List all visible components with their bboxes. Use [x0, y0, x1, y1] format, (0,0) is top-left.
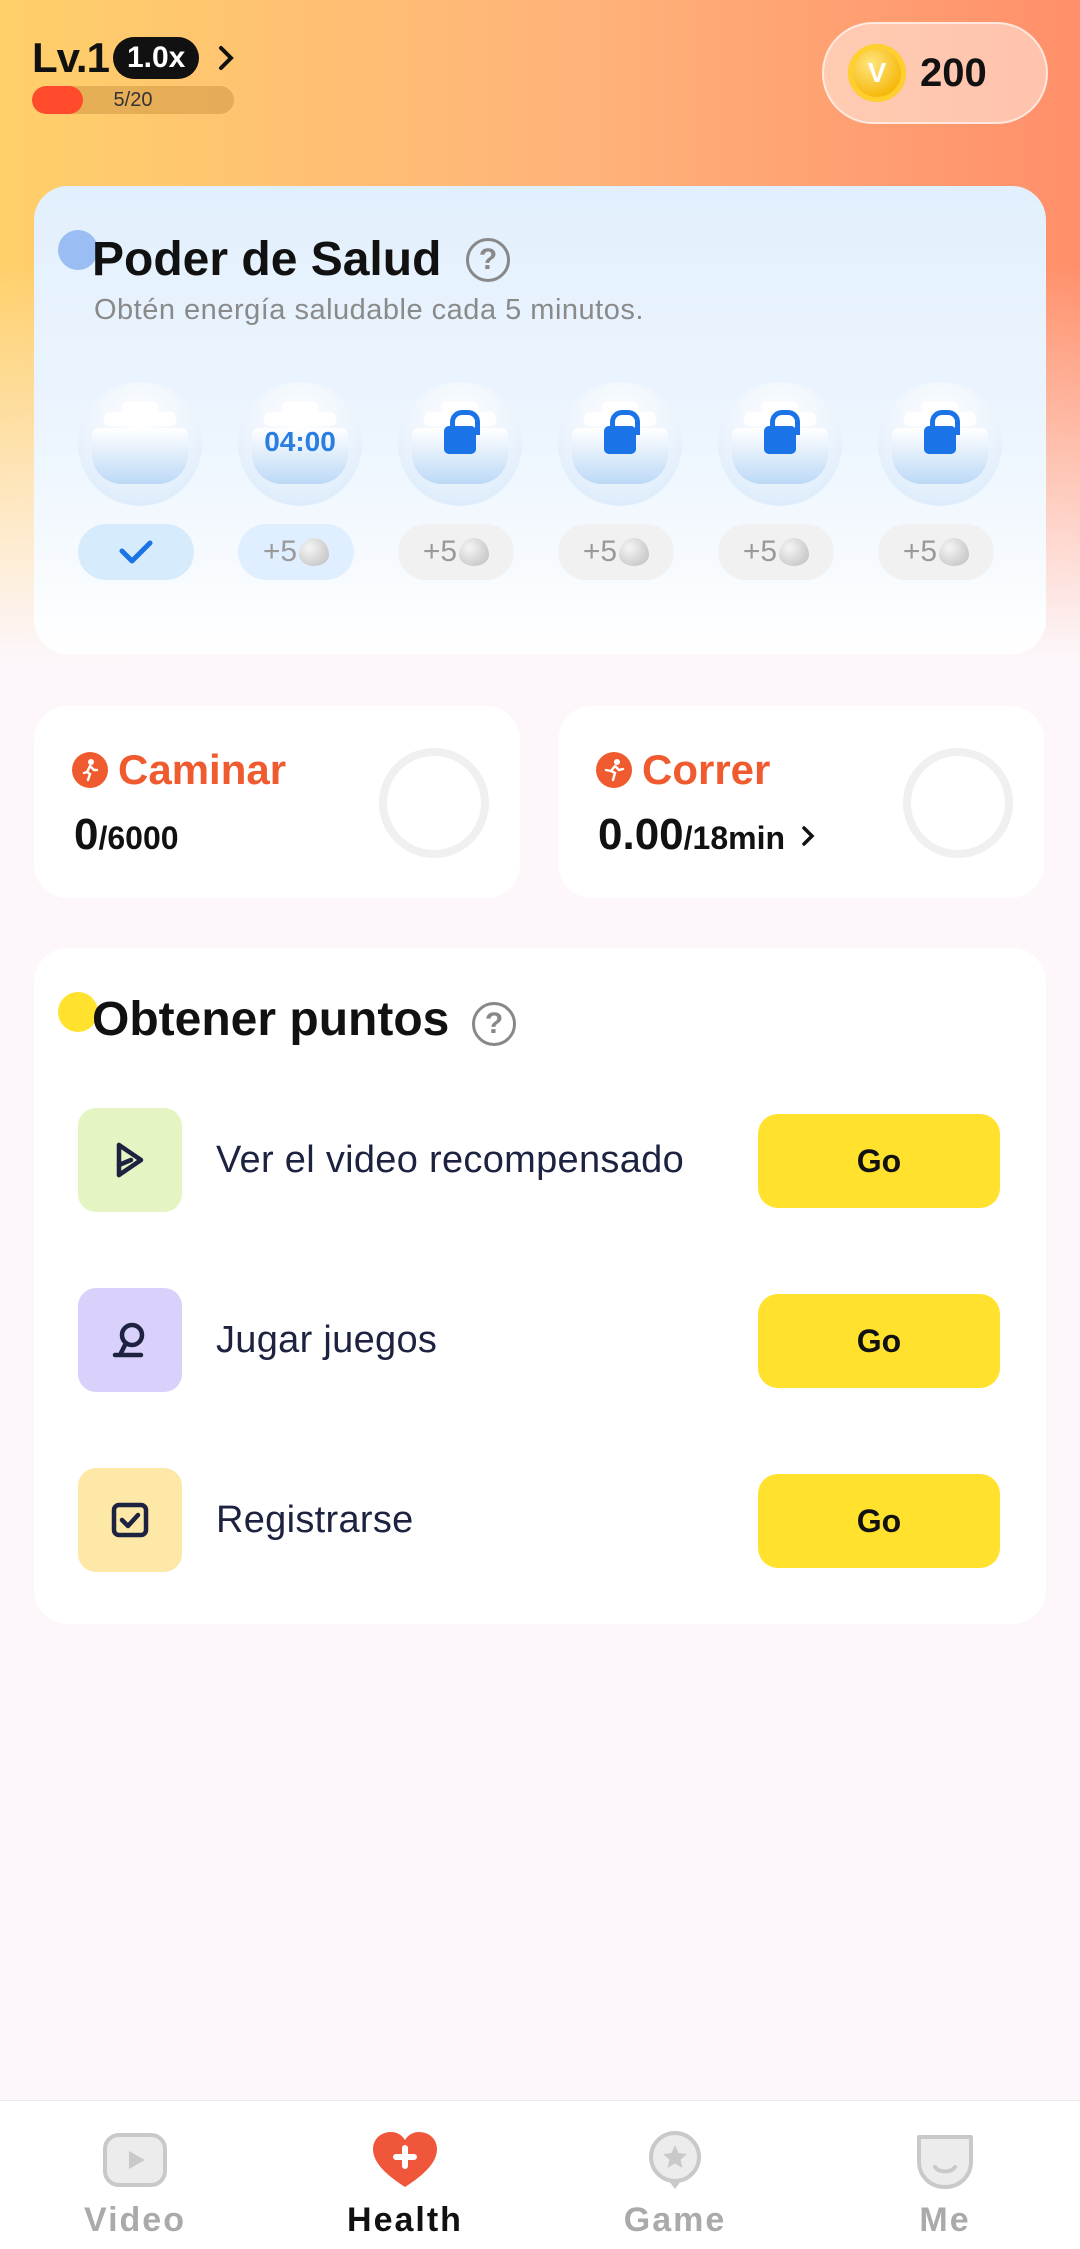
- reward-pill: +5: [558, 524, 674, 580]
- run-target: /18min: [683, 820, 786, 856]
- health-icon: [373, 2132, 437, 2187]
- bottom-nav: Video Health Game Me: [0, 2100, 1080, 2249]
- heart-icon: [299, 538, 330, 566]
- lock-icon: [444, 410, 480, 454]
- walk-progress-ring: [379, 748, 489, 858]
- walk-value-row: 0 /6000: [74, 810, 179, 860]
- health-slot[interactable]: +5: [398, 382, 522, 580]
- run-label: Correr: [642, 746, 771, 793]
- health-power-subtitle: Obtén energía saludable cada 5 minutos.: [94, 294, 644, 326]
- run-icon: [596, 752, 632, 788]
- health-slot[interactable]: 04:00 +5: [238, 382, 362, 580]
- nav-item-health[interactable]: Health: [270, 2101, 540, 2249]
- health-slot[interactable]: +5: [878, 382, 1002, 580]
- slot-timer: 04:00: [264, 426, 336, 457]
- run-progress-ring: [903, 748, 1013, 858]
- task-label: Ver el video recompensado: [216, 1139, 685, 1181]
- reward-text: +5: [902, 535, 938, 568]
- cup-icon: [398, 382, 522, 506]
- nav-label: Health: [347, 2201, 463, 2239]
- health-power-title: Poder de Salud: [92, 233, 442, 286]
- game-task-icon: [78, 1288, 182, 1392]
- nav-item-video[interactable]: Video: [0, 2101, 270, 2249]
- go-button[interactable]: Go: [758, 1474, 1000, 1568]
- task-label: Registrarse: [216, 1499, 414, 1541]
- task-row: Registrarse Go: [78, 1468, 1008, 1572]
- run-title-row: Correr: [596, 746, 770, 794]
- claimed-pill: [78, 524, 194, 580]
- run-card[interactable]: Correr 0.00 /18min: [558, 706, 1044, 898]
- heart-icon: [779, 538, 810, 566]
- checkin-icon: [78, 1468, 182, 1572]
- cup-icon: [718, 382, 842, 506]
- check-icon: [119, 540, 153, 564]
- reward-text: +5: [582, 535, 618, 568]
- cup-icon: 04:00: [238, 382, 362, 506]
- heart-icon: [619, 538, 650, 566]
- reward-text: +5: [422, 535, 458, 568]
- game-icon: [649, 2131, 701, 2189]
- run-value-row: 0.00 /18min: [598, 810, 821, 860]
- cup-icon: [558, 382, 682, 506]
- level-progress-bar: 5/20: [32, 86, 234, 114]
- task-label: Jugar juegos: [216, 1319, 438, 1361]
- go-button[interactable]: Go: [758, 1294, 1000, 1388]
- walk-target: /6000: [98, 820, 179, 856]
- reward-text: +5: [262, 535, 298, 568]
- walk-title-row: Caminar: [72, 746, 286, 794]
- nav-item-me[interactable]: Me: [810, 2101, 1080, 2249]
- me-icon: [917, 2135, 973, 2189]
- heart-icon: [459, 538, 490, 566]
- points-title: Obtener puntos: [92, 993, 450, 1046]
- cup-icon: [878, 382, 1002, 506]
- heart-icon: [939, 538, 970, 566]
- coin-count: 200: [920, 50, 987, 95]
- reward-pill: +5: [238, 524, 354, 580]
- level-badge[interactable]: Lv.1 1.0x: [32, 34, 241, 82]
- health-slot[interactable]: +5: [558, 382, 682, 580]
- cup-icon: [78, 382, 202, 506]
- task-row: Ver el video recompensado Go: [78, 1108, 1008, 1212]
- multiplier-badge: 1.0x: [112, 37, 200, 79]
- level-progress-text: 5/20: [113, 89, 153, 111]
- nav-label: Game: [623, 2201, 727, 2239]
- video-reward-icon: [78, 1108, 182, 1212]
- coin-balance[interactable]: V 200: [822, 22, 1048, 124]
- health-slot[interactable]: +5: [718, 382, 842, 580]
- points-card: Obtener puntos ? Ver el video recompensa…: [34, 948, 1046, 1624]
- health-slot[interactable]: [78, 382, 202, 580]
- walk-card[interactable]: Caminar 0 /6000: [34, 706, 520, 898]
- reward-pill: +5: [398, 524, 514, 580]
- help-icon[interactable]: ?: [472, 1002, 516, 1046]
- help-icon[interactable]: ?: [466, 238, 510, 282]
- walk-icon: [72, 752, 108, 788]
- task-row: Jugar juegos Go: [78, 1288, 1008, 1392]
- lock-icon: [764, 410, 800, 454]
- nav-item-game[interactable]: Game: [540, 2101, 810, 2249]
- go-button[interactable]: Go: [758, 1114, 1000, 1208]
- reward-text: +5: [742, 535, 778, 568]
- level-label: Lv.1: [32, 34, 110, 81]
- walk-value: 0: [74, 810, 99, 859]
- video-icon: [103, 2133, 167, 2187]
- chevron-right-icon: [219, 46, 235, 70]
- coin-icon: V: [848, 44, 906, 102]
- reward-pill: +5: [718, 524, 834, 580]
- health-power-card: Poder de Salud ? Obtén energía saludable…: [34, 186, 1046, 654]
- lock-icon: [604, 410, 640, 454]
- run-value: 0.00: [598, 810, 684, 859]
- reward-pill: +5: [878, 524, 994, 580]
- nav-label: Video: [84, 2201, 186, 2239]
- walk-label: Caminar: [118, 746, 287, 793]
- nav-label: Me: [919, 2201, 971, 2239]
- lock-icon: [924, 410, 960, 454]
- chevron-right-icon: [802, 826, 815, 846]
